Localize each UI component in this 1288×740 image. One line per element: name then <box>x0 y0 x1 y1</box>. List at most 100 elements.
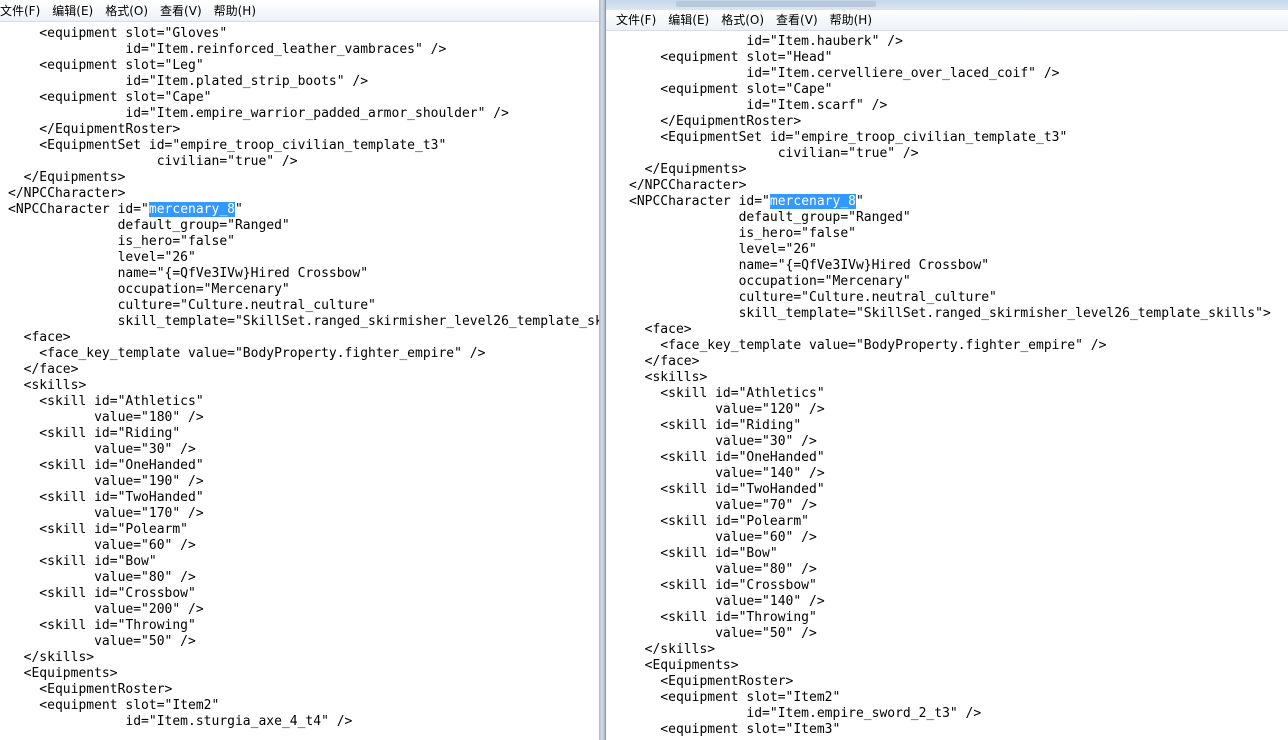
window-title-blurred <box>676 1 876 7</box>
selected-text: mercenary_8 <box>769 194 856 209</box>
menu-help[interactable]: 帮助(H) <box>824 10 878 30</box>
code-line: <equipment slot="Gloves" <box>8 26 228 41</box>
code-line: <Equipments> <box>8 666 118 681</box>
code-line: value="190" /> <box>8 474 204 489</box>
code-line: <skill id="TwoHanded" <box>629 482 825 497</box>
code-line: culture="Culture.neutral_culture" <box>629 290 997 305</box>
code-line: <skills> <box>629 370 708 385</box>
menu-edit[interactable]: 编辑(E) <box>46 1 99 21</box>
menu-bar-left: 文件(F) 编辑(E) 格式(O) 查看(V) 帮助(H) <box>0 1 599 22</box>
code-line: <equipment slot="Cape" <box>629 82 833 97</box>
code-line: level="26" <box>8 250 196 265</box>
code-line: default_group="Ranged" <box>629 210 911 225</box>
code-line: <EquipmentSet id="empire_troop_civilian_… <box>8 138 447 153</box>
code-line: <skill id="Crossbow" <box>629 578 817 593</box>
code-line: </skills> <box>629 642 716 657</box>
menu-format[interactable]: 格式(O) <box>715 10 770 30</box>
menu-view[interactable]: 查看(V) <box>154 1 208 21</box>
code-line: <skill id="TwoHanded" <box>8 490 204 505</box>
code-line: default_group="Ranged" <box>8 218 290 233</box>
code-line: <skill id="Riding" <box>8 426 181 441</box>
code-line: id="Item.reinforced_leather_vambraces" /… <box>8 42 447 57</box>
code-line: name="{=QfVe3IVw}Hired Crossbow" <box>629 258 990 273</box>
code-line: value="80" /> <box>629 562 817 577</box>
code-line: <face> <box>629 322 692 337</box>
code-line: <Equipments> <box>629 658 739 673</box>
code-line: is_hero="false" <box>8 234 235 249</box>
code-line: <equipment slot="Item2" <box>629 690 841 705</box>
code-line: <NPCCharacter id="mercenary_8" <box>8 202 243 217</box>
code-line: occupation="Mercenary" <box>8 282 290 297</box>
code-line: </EquipmentRoster> <box>629 114 802 129</box>
code-line: is_hero="false" <box>629 226 856 241</box>
code-line: </Equipments> <box>8 170 126 185</box>
code-line: </Equipments> <box>629 162 747 177</box>
code-line: skill_template="SkillSet.ranged_skirmish… <box>8 314 599 329</box>
code-line: </face> <box>8 362 79 377</box>
code-line: <face_key_template value="BodyProperty.f… <box>629 338 1107 353</box>
code-line: <skill id="Athletics" <box>8 394 204 409</box>
code-line: value="50" /> <box>8 634 196 649</box>
code-line: value="120" /> <box>629 402 825 417</box>
menu-file[interactable]: 文件(F) <box>606 10 662 30</box>
code-line: id="Item.plated_strip_boots" /> <box>8 74 369 89</box>
menu-edit[interactable]: 编辑(E) <box>662 10 715 30</box>
code-line: <skill id="Riding" <box>629 418 802 433</box>
code-line: <skill id="OneHanded" <box>629 450 825 465</box>
code-line: <skill id="Throwing" <box>629 610 817 625</box>
desktop: 文件(F) 编辑(E) 格式(O) 查看(V) 帮助(H) <equipment… <box>0 0 1288 740</box>
code-line: <EquipmentRoster> <box>8 682 173 697</box>
code-line: occupation="Mercenary" <box>629 274 911 289</box>
menu-view[interactable]: 查看(V) <box>770 10 824 30</box>
text-editor-left[interactable]: <equipment slot="Gloves" id="Item.reinfo… <box>0 26 599 740</box>
code-line: <equipment slot="Cape" <box>8 90 212 105</box>
code-line: value="140" /> <box>629 466 825 481</box>
code-line: value="70" /> <box>629 498 817 513</box>
code-line: <face> <box>8 330 71 345</box>
code-line: id="Item.empire_sword_2_t3" /> <box>629 706 982 721</box>
code-line: <equipment slot="Head" <box>629 50 833 65</box>
code-line: </EquipmentRoster> <box>8 122 181 137</box>
menu-file[interactable]: 文件(F) <box>0 1 46 21</box>
code-line: value="30" /> <box>8 442 196 457</box>
code-line: name="{=QfVe3IVw}Hired Crossbow" <box>8 266 369 281</box>
code-line: civilian="true" /> <box>629 146 919 161</box>
code-line: <skill id="Athletics" <box>629 386 825 401</box>
code-line: <skill id="Bow" <box>8 554 157 569</box>
code-line: <skill id="Throwing" <box>8 618 196 633</box>
code-line: value="180" /> <box>8 410 204 425</box>
code-line: <equipment slot="Item3" <box>629 722 841 737</box>
code-line: <NPCCharacter id="mercenary_8" <box>629 194 864 209</box>
code-line: <skills> <box>8 378 87 393</box>
code-line: value="80" /> <box>8 570 196 585</box>
selected-text: mercenary_8 <box>148 202 235 217</box>
notepad-window-right[interactable]: 文件(F) 编辑(E) 格式(O) 查看(V) 帮助(H) id="Item.h… <box>605 0 1288 740</box>
code-line: <skill id="Crossbow" <box>8 586 196 601</box>
code-line: level="26" <box>629 242 817 257</box>
code-line: <equipment slot="Item2" <box>8 698 220 713</box>
menu-format[interactable]: 格式(O) <box>99 1 154 21</box>
code-line: value="60" /> <box>629 530 817 545</box>
code-line: </NPCCharacter> <box>8 186 126 201</box>
code-line: id="Item.empire_warrior_padded_armor_sho… <box>8 106 509 121</box>
code-line: skill_template="SkillSet.ranged_skirmish… <box>629 306 1271 321</box>
code-line: <skill id="Polearm" <box>8 522 189 537</box>
code-line: id="Item.hauberk" /> <box>629 34 903 49</box>
notepad-window-left[interactable]: 文件(F) 编辑(E) 格式(O) 查看(V) 帮助(H) <equipment… <box>0 0 600 740</box>
code-line: </face> <box>629 354 700 369</box>
code-line: <EquipmentRoster> <box>629 674 794 689</box>
code-line: value="30" /> <box>629 434 817 449</box>
code-line: id="Item.sturgia_axe_4_t4" /> <box>8 714 353 729</box>
text-editor-right[interactable]: id="Item.hauberk" /> <equipment slot="He… <box>606 34 1288 740</box>
code-line: <skill id="Polearm" <box>629 514 810 529</box>
code-line: civilian="true" /> <box>8 154 298 169</box>
code-line: </NPCCharacter> <box>629 178 747 193</box>
code-line: <EquipmentSet id="empire_troop_civilian_… <box>629 130 1068 145</box>
code-line: value="50" /> <box>629 626 817 641</box>
menu-help[interactable]: 帮助(H) <box>208 1 262 21</box>
code-line: <skill id="Bow" <box>629 546 778 561</box>
code-line: value="140" /> <box>629 594 825 609</box>
menu-bar-right: 文件(F) 编辑(E) 格式(O) 查看(V) 帮助(H) <box>606 10 1288 31</box>
code-line: value="200" /> <box>8 602 204 617</box>
code-line: </skills> <box>8 650 95 665</box>
